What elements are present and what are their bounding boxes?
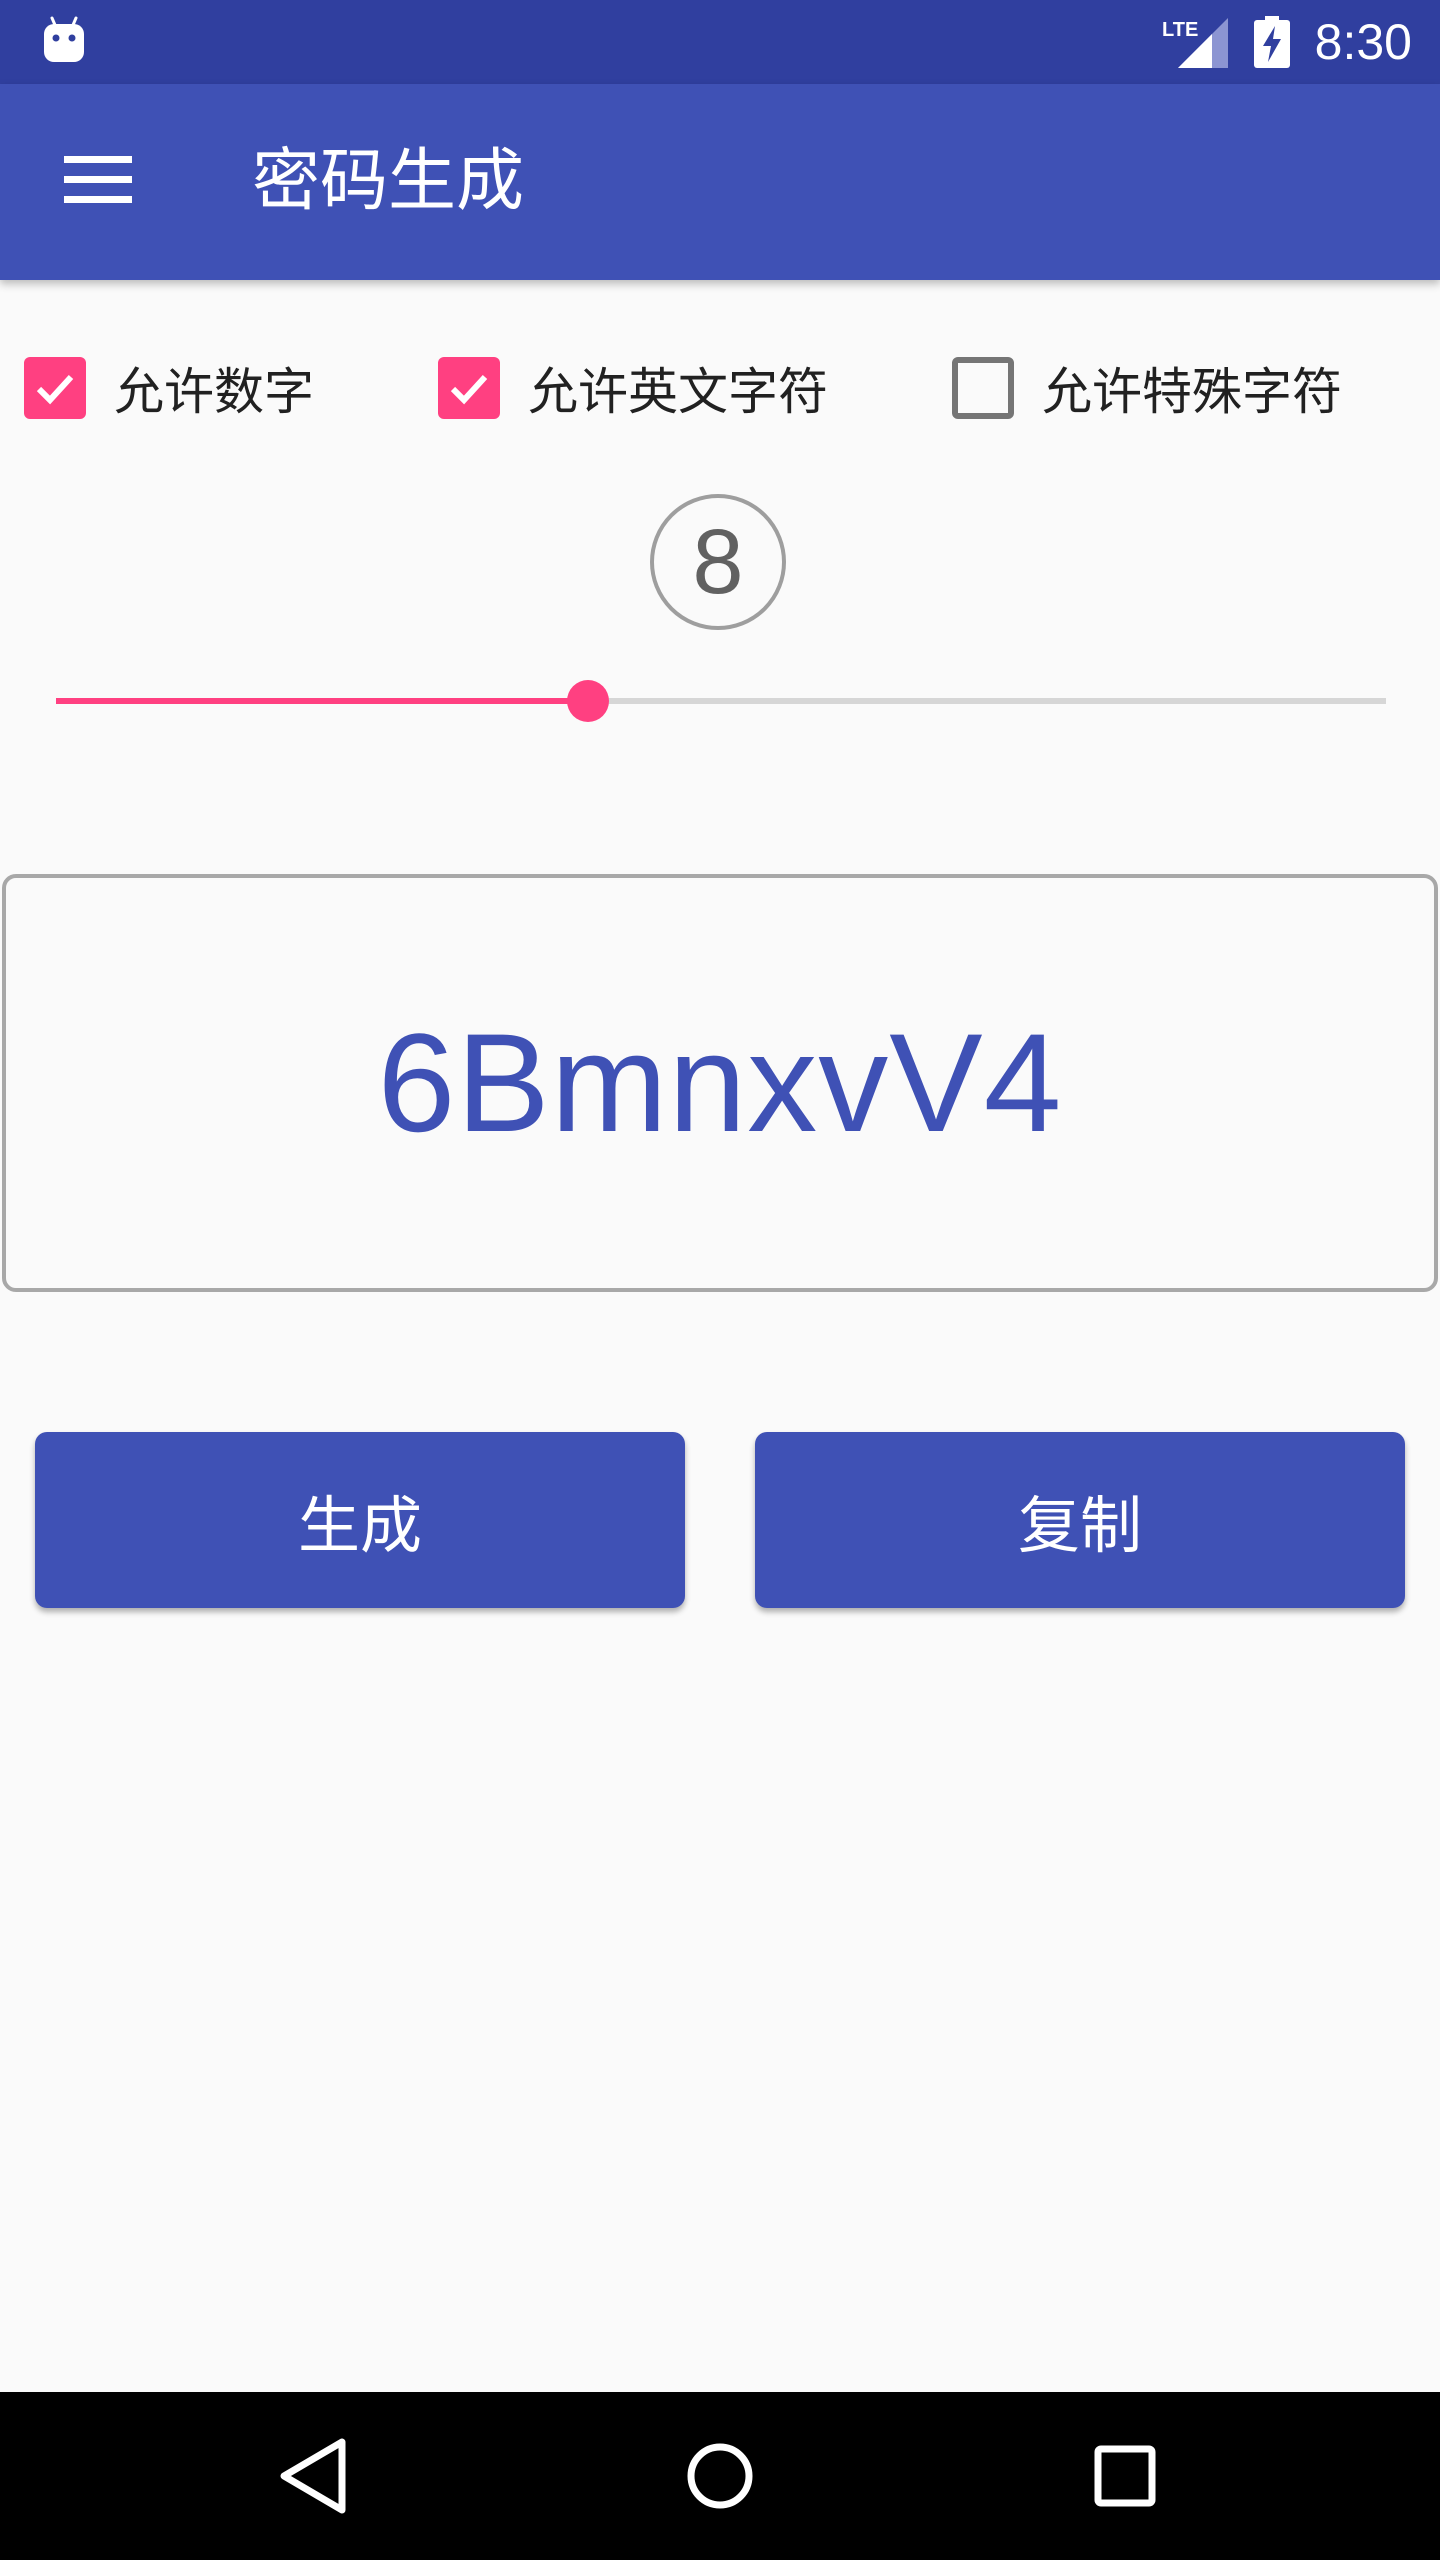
generate-button[interactable]: 生成	[35, 1432, 685, 1608]
password-display: 6BmnxvV4	[2, 874, 1438, 1292]
allow-special-label: 允许特殊字符	[1042, 363, 1342, 421]
allow-letters-label: 允许英文字符	[528, 363, 828, 421]
allow-digits-label: 允许数字	[114, 363, 314, 421]
android-icon	[44, 16, 84, 62]
lte-signal-icon: LTE	[1162, 18, 1228, 68]
length-indicator: 8	[650, 494, 786, 630]
checkbox-checked-icon	[438, 357, 500, 419]
back-icon[interactable]	[266, 2426, 366, 2526]
svg-text:LTE: LTE	[1162, 19, 1198, 41]
checkbox-unchecked-icon	[952, 357, 1014, 419]
hamburger-menu-icon	[64, 156, 132, 203]
allow-special-checkbox[interactable]: 允许特殊字符	[952, 350, 1342, 426]
status-time: 8:30	[1314, 14, 1412, 70]
allow-digits-checkbox[interactable]: 允许数字	[24, 350, 314, 426]
screen: LTE 8:30 密码生成 允许数字 允许英文字符 允许特殊字符 8 6Bmnx…	[0, 0, 1440, 2560]
home-icon[interactable]	[670, 2426, 770, 2526]
page-title: 密码生成	[252, 142, 525, 221]
copy-button[interactable]: 复制	[755, 1432, 1405, 1608]
length-slider[interactable]	[56, 670, 1386, 730]
slider-fill	[56, 698, 588, 704]
allow-letters-checkbox[interactable]: 允许英文字符	[438, 350, 828, 426]
menu-button[interactable]	[48, 130, 148, 230]
recents-icon[interactable]	[1075, 2426, 1175, 2526]
app-bar: 密码生成	[0, 84, 1440, 280]
checkbox-checked-icon	[24, 357, 86, 419]
navigation-bar	[0, 2392, 1440, 2560]
slider-thumb[interactable]	[567, 680, 609, 722]
password-text: 6BmnxvV4	[377, 1004, 1063, 1161]
status-bar: LTE 8:30	[0, 0, 1440, 84]
battery-charging-icon	[1254, 16, 1290, 68]
